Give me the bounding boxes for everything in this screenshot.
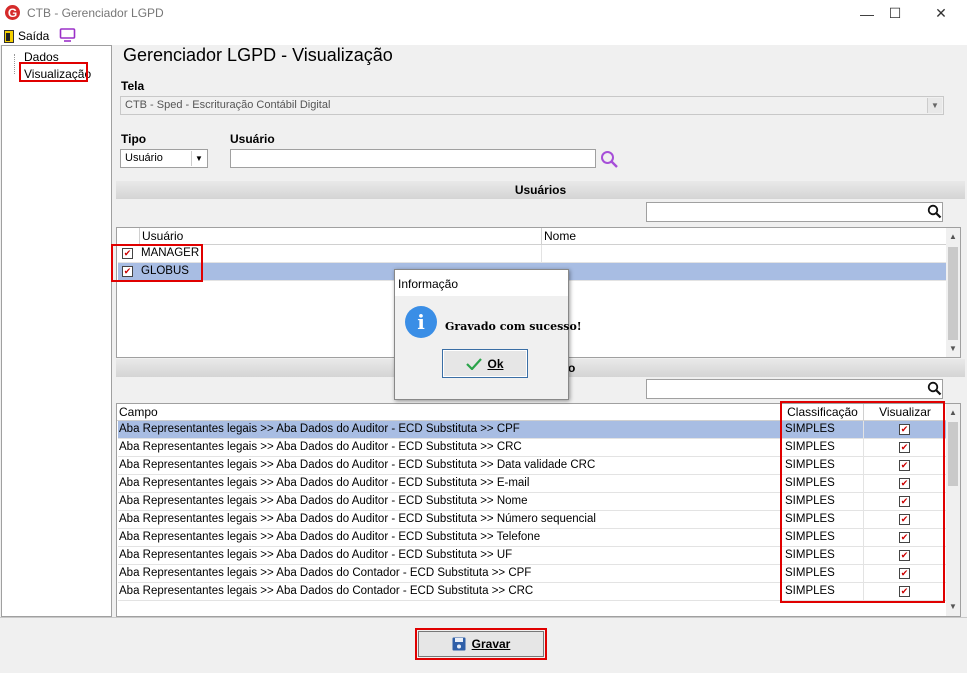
cell-campo: Aba Representantes legais >> Aba Dados d… bbox=[119, 441, 522, 453]
scrollbar-thumb[interactable] bbox=[948, 247, 958, 340]
cell-campo: Aba Representantes legais >> Aba Dados d… bbox=[119, 477, 530, 489]
search-icon[interactable] bbox=[600, 150, 619, 168]
page-title: Gerenciador LGPD - Visualização bbox=[123, 45, 393, 65]
search-icon[interactable] bbox=[927, 204, 942, 219]
highlight-users bbox=[111, 244, 203, 282]
chevron-down-icon[interactable]: ▼ bbox=[927, 98, 942, 113]
navigation-tree: Dados Visualização bbox=[1, 45, 112, 617]
highlight-classificacao-visualizar bbox=[780, 401, 945, 603]
cell-nome bbox=[541, 245, 542, 262]
column-header-campo[interactable]: Campo bbox=[117, 404, 781, 421]
menu-bar: Saída bbox=[0, 27, 967, 45]
cell-campo: Aba Representantes legais >> Aba Dados d… bbox=[119, 585, 534, 597]
search-icon[interactable] bbox=[927, 381, 942, 396]
column-header-nome[interactable]: Nome bbox=[541, 228, 946, 245]
info-icon: i bbox=[405, 306, 437, 338]
usuarios-section-header: Usuários bbox=[116, 181, 965, 199]
tree-connector bbox=[14, 54, 15, 74]
usuarios-search-input[interactable] bbox=[646, 202, 943, 222]
cell-campo: Aba Representantes legais >> Aba Dados d… bbox=[119, 423, 520, 435]
monitor-icon[interactable] bbox=[59, 28, 76, 42]
cell-campo: Aba Representantes legais >> Aba Dados d… bbox=[119, 513, 596, 525]
cell-campo: Aba Representantes legais >> Aba Dados d… bbox=[119, 567, 532, 579]
chevron-down-icon[interactable]: ▼ bbox=[191, 151, 206, 166]
scroll-up-icon[interactable]: ▲ bbox=[949, 232, 957, 241]
tela-select[interactable]: CTB - Sped - Escrituração Contábil Digit… bbox=[120, 96, 944, 115]
checkmark-icon bbox=[466, 357, 483, 370]
scrollbar-thumb[interactable] bbox=[948, 422, 958, 486]
menu-saida[interactable]: Saída bbox=[4, 28, 49, 44]
highlight-visualizacao bbox=[19, 62, 88, 82]
campos-search-input[interactable] bbox=[646, 379, 943, 399]
cell-campo: Aba Representantes legais >> Aba Dados d… bbox=[119, 531, 541, 543]
usuario-label: Usuário bbox=[230, 132, 275, 146]
tipo-select-value: Usuário bbox=[125, 152, 163, 164]
tela-select-value: CTB - Sped - Escrituração Contábil Digit… bbox=[125, 99, 331, 111]
usuario-input[interactable] bbox=[230, 149, 596, 168]
close-button[interactable]: ✕ bbox=[921, 0, 961, 27]
cell-campo: Aba Representantes legais >> Aba Dados d… bbox=[119, 495, 528, 507]
tipo-select[interactable]: Usuário ▼ bbox=[120, 149, 208, 168]
maximize-button[interactable]: ☐ bbox=[875, 0, 915, 27]
tipo-label: Tipo bbox=[121, 132, 147, 146]
svg-text:G: G bbox=[8, 6, 17, 20]
dialog-title: Informação bbox=[395, 270, 568, 296]
cell-campo: Aba Representantes legais >> Aba Dados d… bbox=[119, 549, 513, 561]
ok-button-label: Ok bbox=[487, 356, 504, 371]
scroll-down-icon[interactable]: ▼ bbox=[949, 344, 957, 353]
exit-door-icon bbox=[4, 29, 14, 43]
minimize-icon: — bbox=[860, 5, 874, 22]
title-bar: G CTB - Gerenciador LGPD — ☐ ✕ bbox=[0, 0, 967, 27]
highlight-gravar bbox=[415, 628, 547, 660]
info-dialog: Informação i Gravado com sucesso! Ok bbox=[394, 269, 582, 400]
app-logo-icon: G bbox=[5, 5, 20, 20]
close-icon: ✕ bbox=[935, 5, 947, 21]
tela-label: Tela bbox=[121, 79, 145, 93]
menu-saida-label: Saída bbox=[18, 29, 50, 43]
scroll-down-icon[interactable]: ▼ bbox=[949, 602, 957, 611]
table-row[interactable]: ✔ MANAGER bbox=[118, 245, 946, 263]
window-title: CTB - Gerenciador LGPD bbox=[27, 6, 164, 20]
usuarios-scrollbar[interactable]: ▲ ▼ bbox=[946, 228, 960, 357]
column-header-usuario[interactable]: Usuário bbox=[139, 228, 541, 245]
campos-section-title-fragment: o bbox=[568, 361, 576, 375]
cell-campo: Aba Representantes legais >> Aba Dados d… bbox=[119, 459, 596, 471]
dialog-message: Gravado com sucesso! bbox=[445, 320, 582, 333]
ok-button[interactable]: Ok bbox=[442, 349, 528, 378]
maximize-icon: ☐ bbox=[888, 5, 902, 21]
campos-scrollbar[interactable]: ▲ ▼ bbox=[946, 404, 960, 616]
scroll-up-icon[interactable]: ▲ bbox=[949, 408, 957, 417]
